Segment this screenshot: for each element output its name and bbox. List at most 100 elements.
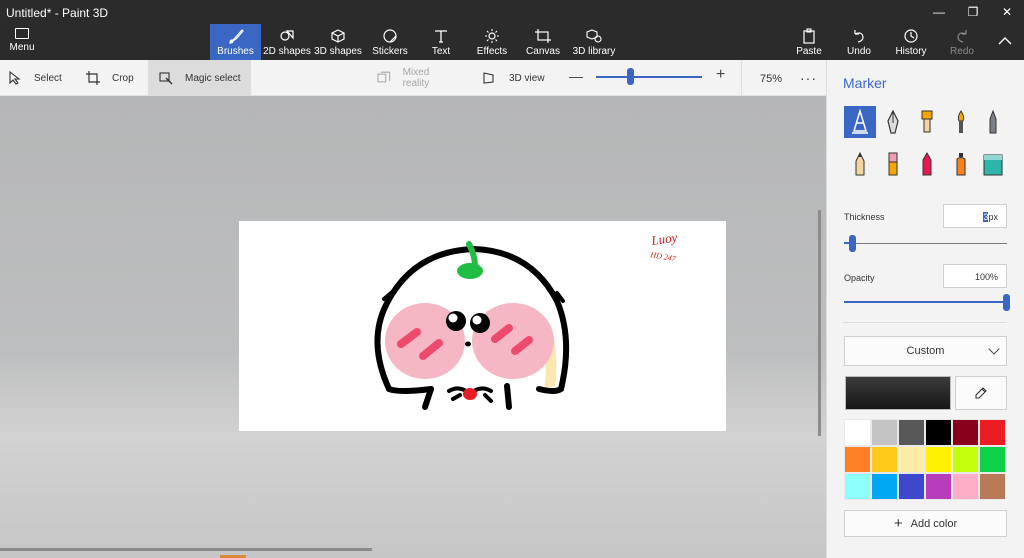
- color-mode-dropdown[interactable]: Custom: [844, 336, 1007, 366]
- opacity-slider-fill: [844, 301, 1007, 303]
- watercolor-brush[interactable]: [945, 106, 977, 138]
- oil-brush-icon: [921, 110, 933, 133]
- fill-brush[interactable]: [977, 148, 1009, 180]
- color-swatch[interactable]: [844, 446, 871, 473]
- tab-stickers[interactable]: Stickers: [371, 24, 409, 60]
- pointer-icon: [9, 71, 21, 85]
- opacity-input[interactable]: 100%: [943, 264, 1007, 288]
- zoom-out-button[interactable]: —: [569, 68, 583, 84]
- color-swatch[interactable]: [871, 446, 898, 473]
- history-button[interactable]: History: [895, 24, 927, 60]
- text-icon: [435, 29, 447, 43]
- spray-can-brush[interactable]: [945, 148, 977, 180]
- add-color-label: Add color: [910, 517, 958, 530]
- mixed-reality-icon: [377, 71, 391, 83]
- maximize-button[interactable]: ❐: [956, 0, 990, 24]
- color-swatch[interactable]: [925, 419, 952, 446]
- tab-text[interactable]: Text: [426, 24, 456, 60]
- close-button[interactable]: ✕: [990, 0, 1024, 24]
- calligraphy-pen-icon: [887, 109, 899, 134]
- redo-label: Redo: [950, 45, 974, 57]
- canvas-icon: [535, 28, 551, 43]
- folder-icon: [15, 28, 29, 39]
- pencil-icon: [855, 151, 865, 176]
- vertical-scrollbar[interactable]: [818, 210, 821, 436]
- pixel-pen-brush[interactable]: [977, 106, 1009, 138]
- drawing-canvas[interactable]: Luoy HD 247: [239, 221, 726, 431]
- color-swatch[interactable]: [844, 419, 871, 446]
- zoom-in-button[interactable]: +: [716, 66, 725, 84]
- tab-3d-shapes[interactable]: 3D shapes: [314, 24, 362, 60]
- tab-effects[interactable]: Effects: [475, 24, 509, 60]
- color-swatch[interactable]: [844, 473, 871, 500]
- zoom-divider: [741, 60, 742, 96]
- tab-3d-shapes-label: 3D shapes: [314, 45, 362, 57]
- add-color-button[interactable]: + Add color: [844, 510, 1007, 537]
- opacity-slider-thumb[interactable]: [1003, 294, 1010, 311]
- signature-text: Luoy: [649, 229, 678, 248]
- crop-button[interactable]: Crop: [86, 60, 134, 96]
- paste-button[interactable]: Paste: [795, 24, 823, 60]
- tab-2d-shapes[interactable]: 2D shapes: [263, 24, 311, 60]
- more-options-button[interactable]: ···: [800, 70, 817, 86]
- thickness-input[interactable]: 3px: [943, 204, 1007, 228]
- collapse-ribbon-icon[interactable]: [998, 36, 1012, 46]
- eyedropper-button[interactable]: [955, 376, 1007, 410]
- view-3d-icon: [483, 72, 494, 84]
- zoom-slider[interactable]: [596, 76, 702, 78]
- tab-brushes-label: Brushes: [217, 45, 254, 57]
- thickness-slider-thumb[interactable]: [849, 235, 856, 252]
- tab-3d-library[interactable]: 3D library: [572, 24, 616, 60]
- tab-canvas[interactable]: Canvas: [526, 24, 560, 60]
- redo-icon: [957, 29, 967, 43]
- color-swatch[interactable]: [898, 419, 925, 446]
- shapes-2d-icon: [280, 29, 294, 41]
- select-button[interactable]: Select: [8, 60, 68, 96]
- color-swatch[interactable]: [952, 419, 979, 446]
- zoom-slider-thumb[interactable]: [627, 68, 634, 85]
- plus-icon: +: [893, 515, 903, 532]
- thickness-slider[interactable]: [844, 243, 1007, 244]
- mixed-reality-button[interactable]: Mixed reality: [377, 60, 457, 96]
- minimize-button[interactable]: —: [922, 0, 956, 24]
- thickness-unit: px: [988, 212, 998, 222]
- spray-can-icon: [956, 153, 966, 176]
- selected-color-preview[interactable]: [845, 376, 951, 410]
- magic-select-icon: [159, 72, 173, 85]
- crayon-brush[interactable]: [911, 148, 943, 180]
- color-swatch[interactable]: [952, 473, 979, 500]
- 3d-view-button[interactable]: 3D view: [483, 60, 545, 96]
- redo-button[interactable]: Redo: [949, 24, 975, 60]
- color-swatch[interactable]: [871, 473, 898, 500]
- color-swatch[interactable]: [898, 473, 925, 500]
- window-controls: — ❐ ✕: [922, 0, 1024, 24]
- magic-select-button[interactable]: Magic select: [148, 60, 251, 96]
- pixel-pen-icon: [989, 109, 997, 134]
- marker-brush[interactable]: [844, 106, 876, 138]
- marker-icon: [852, 109, 868, 134]
- history-icon: [904, 28, 918, 43]
- tab-brushes[interactable]: Brushes: [210, 24, 261, 60]
- fill-icon: [983, 154, 1003, 176]
- undo-label: Undo: [847, 45, 871, 57]
- color-swatch[interactable]: [979, 473, 1006, 500]
- eraser-brush[interactable]: [877, 148, 909, 180]
- menu-button[interactable]: Menu: [4, 28, 40, 58]
- undo-button[interactable]: Undo: [846, 24, 872, 60]
- undo-icon: [854, 29, 864, 43]
- color-swatch[interactable]: [979, 446, 1006, 473]
- sticker-icon: [383, 28, 397, 43]
- color-swatch[interactable]: [871, 419, 898, 446]
- color-swatch[interactable]: [925, 473, 952, 500]
- tab-effects-label: Effects: [476, 45, 508, 57]
- oil-brush[interactable]: [911, 106, 943, 138]
- zoom-value[interactable]: 75%: [760, 73, 782, 85]
- calligraphy-pen-brush[interactable]: [877, 106, 909, 138]
- library-icon: [586, 28, 602, 43]
- pencil-brush[interactable]: [844, 148, 876, 180]
- color-swatch[interactable]: [952, 446, 979, 473]
- horizontal-scrollbar[interactable]: [0, 548, 372, 551]
- color-swatch[interactable]: [979, 419, 1006, 446]
- color-swatch[interactable]: [898, 446, 925, 473]
- color-swatch[interactable]: [925, 446, 952, 473]
